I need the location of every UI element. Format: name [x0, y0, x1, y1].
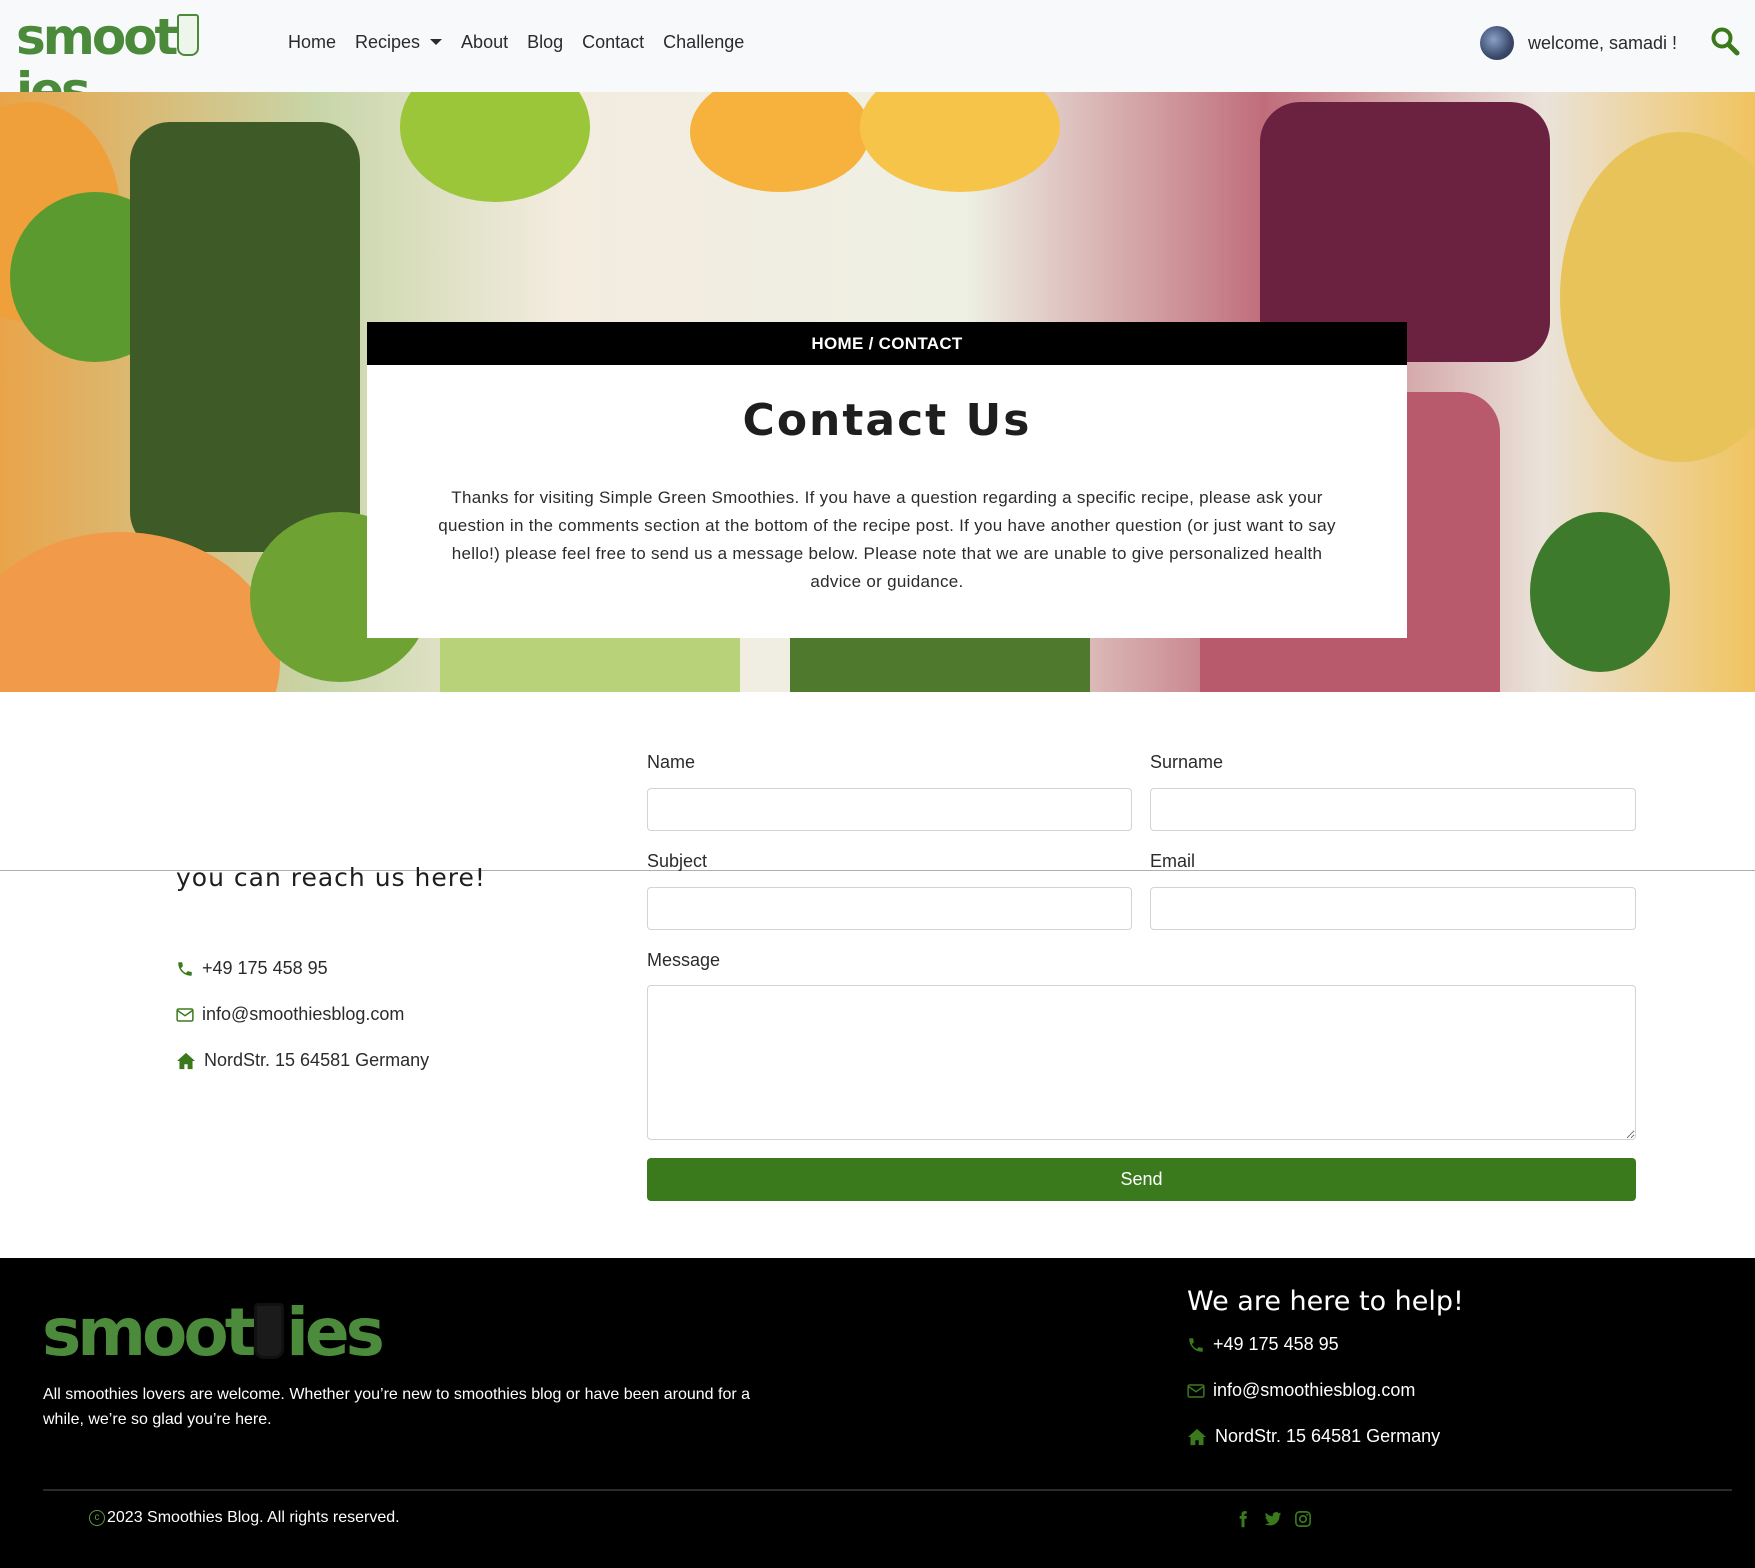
name-input[interactable]: [647, 788, 1132, 831]
surname-input[interactable]: [1150, 788, 1636, 831]
breadcrumb[interactable]: HOME / CONTACT: [367, 322, 1407, 365]
footer-address: NordStr. 15 64581 Germany: [1187, 1426, 1440, 1447]
contact-card: HOME / CONTACT Contact Us Thanks for vis…: [367, 322, 1407, 638]
hero-apple: [400, 92, 590, 202]
footer-email-text[interactable]: info@smoothiesblog.com: [1213, 1380, 1415, 1401]
nav-contact[interactable]: Contact: [582, 32, 644, 53]
footer-logo[interactable]: smoot ies: [42, 1296, 402, 1370]
footer-phone-text: +49 175 458 95: [1213, 1334, 1339, 1354]
footer-divider: [43, 1489, 1732, 1491]
search-icon[interactable]: [1710, 26, 1740, 56]
contact-email: info@smoothiesblog.com: [176, 1004, 404, 1025]
contact-email-text[interactable]: info@smoothiesblog.com: [202, 1004, 404, 1025]
nav-challenge[interactable]: Challenge: [663, 32, 744, 53]
twitter-icon[interactable]: [1264, 1510, 1282, 1528]
nav-blog[interactable]: Blog: [527, 32, 563, 53]
copyright-text: 2023 Smoothies Blog. All rights reserved…: [107, 1509, 400, 1526]
hero-spinach: [1530, 512, 1670, 672]
contact-address: NordStr. 15 64581 Germany: [176, 1050, 429, 1071]
social-links: [1234, 1510, 1312, 1528]
contact-address-text: NordStr. 15 64581 Germany: [204, 1050, 430, 1070]
reach-us-heading: you can reach us here!: [176, 863, 486, 892]
nav-recipes-dropdown[interactable]: Recipes: [355, 32, 443, 53]
hero-orange-slice: [690, 92, 870, 192]
subject-input[interactable]: [647, 887, 1132, 930]
subject-label: Subject: [647, 851, 708, 871]
copyright: c 2023 Smoothies Blog. All rights reserv…: [89, 1509, 400, 1527]
phone-icon: [1189, 1337, 1203, 1352]
nav-links: Home Recipes About Blog Contact Challeng…: [288, 32, 763, 53]
send-button[interactable]: Send: [647, 1158, 1636, 1201]
user-menu[interactable]: welcome, samadi !: [1480, 26, 1677, 60]
footer-description: All smoothies lovers are welcome. Whethe…: [43, 1386, 751, 1428]
contact-phone: +49 175 458 95: [176, 958, 328, 979]
intro-text: Thanks for visiting Simple Green Smoothi…: [438, 488, 1336, 591]
nav-home[interactable]: Home: [288, 32, 336, 53]
footer-phone: +49 175 458 95: [1187, 1334, 1339, 1355]
nav-about[interactable]: About: [461, 32, 508, 53]
hero-pineapple: [1560, 132, 1755, 462]
envelope-icon: [176, 1007, 194, 1022]
email-input[interactable]: [1150, 887, 1636, 930]
footer-logo-text-left: smoot: [42, 1294, 256, 1371]
instagram-icon[interactable]: [1294, 1510, 1312, 1528]
hero-jar-green: [130, 122, 360, 552]
avatar[interactable]: [1480, 26, 1514, 60]
footer-email: info@smoothiesblog.com: [1187, 1380, 1415, 1401]
navbar: smooties Home Recipes About Blog Contact…: [0, 0, 1755, 118]
footer-logo-cup-icon: [254, 1303, 285, 1359]
facebook-icon[interactable]: [1234, 1510, 1252, 1528]
surname-label: Surname: [1150, 752, 1224, 772]
message-label: Message: [647, 950, 721, 970]
welcome-text: welcome, samadi !: [1528, 32, 1678, 53]
page-title: Contact Us: [742, 395, 1032, 446]
hero-lemon: [860, 92, 1060, 192]
message-textarea[interactable]: [647, 985, 1636, 1140]
copyright-icon: c: [89, 1510, 105, 1526]
logo-text-left: smoot: [16, 8, 178, 66]
footer-address-text: NordStr. 15 64581 Germany: [1215, 1426, 1441, 1446]
phone-icon: [178, 961, 192, 976]
home-icon: [1188, 1428, 1206, 1445]
envelope-icon: [1187, 1383, 1205, 1398]
logo-cup-icon: [177, 14, 200, 56]
footer-logo-text-right: ies: [286, 1294, 385, 1371]
contact-phone-text: +49 175 458 95: [202, 958, 328, 978]
site-logo[interactable]: smooties: [16, 8, 250, 118]
email-label: Email: [1150, 851, 1196, 871]
nav-recipes-label: Recipes: [355, 32, 421, 52]
footer-help-heading: We are here to help!: [1187, 1286, 1464, 1317]
hero-grapefruit: [0, 532, 280, 692]
hero-banner: HOME / CONTACT Contact Us Thanks for vis…: [0, 92, 1755, 692]
footer: smoot ies All smoothies lovers are welcom…: [0, 1258, 1755, 1568]
name-label: Name: [647, 752, 696, 772]
home-icon: [177, 1052, 195, 1069]
chevron-down-icon: [430, 39, 443, 45]
